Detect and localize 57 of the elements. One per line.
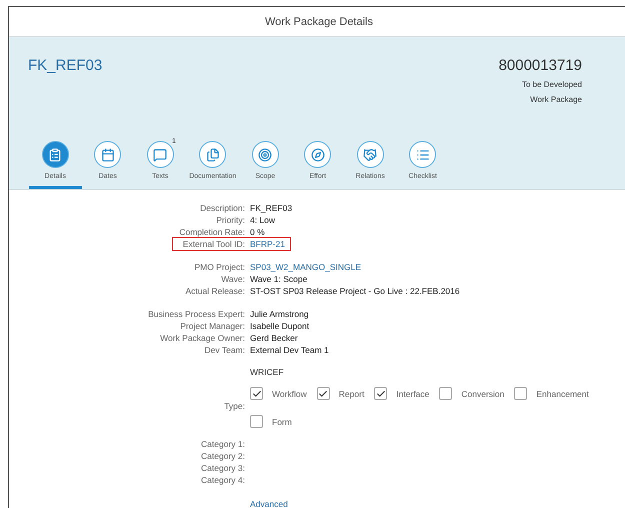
calendar-icon bbox=[94, 141, 122, 168]
checkbox[interactable] bbox=[439, 387, 452, 400]
list-icon bbox=[409, 141, 436, 168]
field-label: Category 3: bbox=[200, 463, 245, 473]
field-label: Wave: bbox=[220, 274, 245, 284]
section-heading: WRICEF bbox=[250, 367, 285, 377]
field-value: ST-OST SP03 Release Project - Go Live : 22.FEB.2016 bbox=[250, 286, 460, 296]
field-value: Gerd Becker bbox=[250, 333, 298, 343]
field-label: Category 1: bbox=[200, 439, 245, 449]
object-title: FK_REF03 bbox=[28, 57, 102, 76]
field-label: Category 2: bbox=[200, 451, 245, 461]
field-label: Dev Team: bbox=[204, 345, 245, 355]
object-number: 8000013719 bbox=[498, 57, 582, 74]
status-text: To be Developed bbox=[522, 80, 582, 89]
speech-bubble-icon bbox=[146, 141, 174, 168]
checkmark-icon bbox=[318, 388, 328, 398]
field-label: Business Process Expert: bbox=[147, 309, 245, 319]
field-value: Wave 1: Scope bbox=[250, 274, 308, 284]
checkbox[interactable] bbox=[374, 387, 388, 400]
field-label: Completion Rate: bbox=[178, 227, 245, 237]
handshake-icon bbox=[356, 141, 384, 168]
target-icon bbox=[252, 141, 279, 168]
field-label: PMO Project: bbox=[193, 262, 245, 272]
field-value: 4: Low bbox=[250, 215, 276, 225]
field-label: Work Package Owner: bbox=[159, 333, 245, 343]
checkbox-option[interactable]: Form bbox=[250, 415, 292, 428]
documents-icon bbox=[199, 141, 226, 168]
checkbox-option[interactable]: Enhancement bbox=[514, 387, 589, 400]
field-link[interactable]: SP03_W2_MANGO_SINGLE bbox=[250, 262, 362, 272]
field-label: Actual Release: bbox=[184, 286, 245, 296]
type-text: Work Package bbox=[530, 95, 582, 104]
checkmark-icon bbox=[376, 388, 386, 398]
checkbox[interactable] bbox=[316, 387, 330, 400]
checkbox-option[interactable]: Workflow bbox=[250, 387, 307, 400]
field-label: Project Manager: bbox=[179, 321, 245, 331]
window-title: Work Package Details bbox=[264, 16, 373, 28]
checkbox[interactable] bbox=[514, 387, 528, 400]
field-label: Category 4: bbox=[200, 475, 245, 485]
compass-icon bbox=[304, 141, 332, 168]
checkbox-option[interactable]: Report bbox=[316, 387, 364, 400]
checkbox-option[interactable]: Interface bbox=[374, 387, 430, 400]
field-value: Julie Armstrong bbox=[250, 309, 309, 319]
checkbox[interactable] bbox=[250, 387, 263, 400]
field-link[interactable]: BFRP-21 bbox=[250, 239, 285, 249]
clipboard-icon bbox=[42, 141, 69, 168]
field-value: External Dev Team 1 bbox=[250, 345, 329, 355]
checkbox[interactable] bbox=[250, 415, 263, 428]
field-value: FK_REF03 bbox=[250, 203, 292, 213]
field-value: Isabelle Dupont bbox=[250, 321, 310, 331]
field-label: Priority: bbox=[215, 215, 245, 225]
field-value: 0 % bbox=[250, 227, 265, 237]
field-label: Description: bbox=[199, 203, 245, 213]
field-label: External Tool ID: bbox=[182, 239, 245, 249]
field-label: Type: bbox=[223, 400, 245, 410]
checkbox-option[interactable]: Conversion bbox=[439, 387, 504, 400]
checkmark-icon bbox=[252, 388, 262, 398]
advanced-link[interactable]: Advanced bbox=[250, 499, 625, 508]
